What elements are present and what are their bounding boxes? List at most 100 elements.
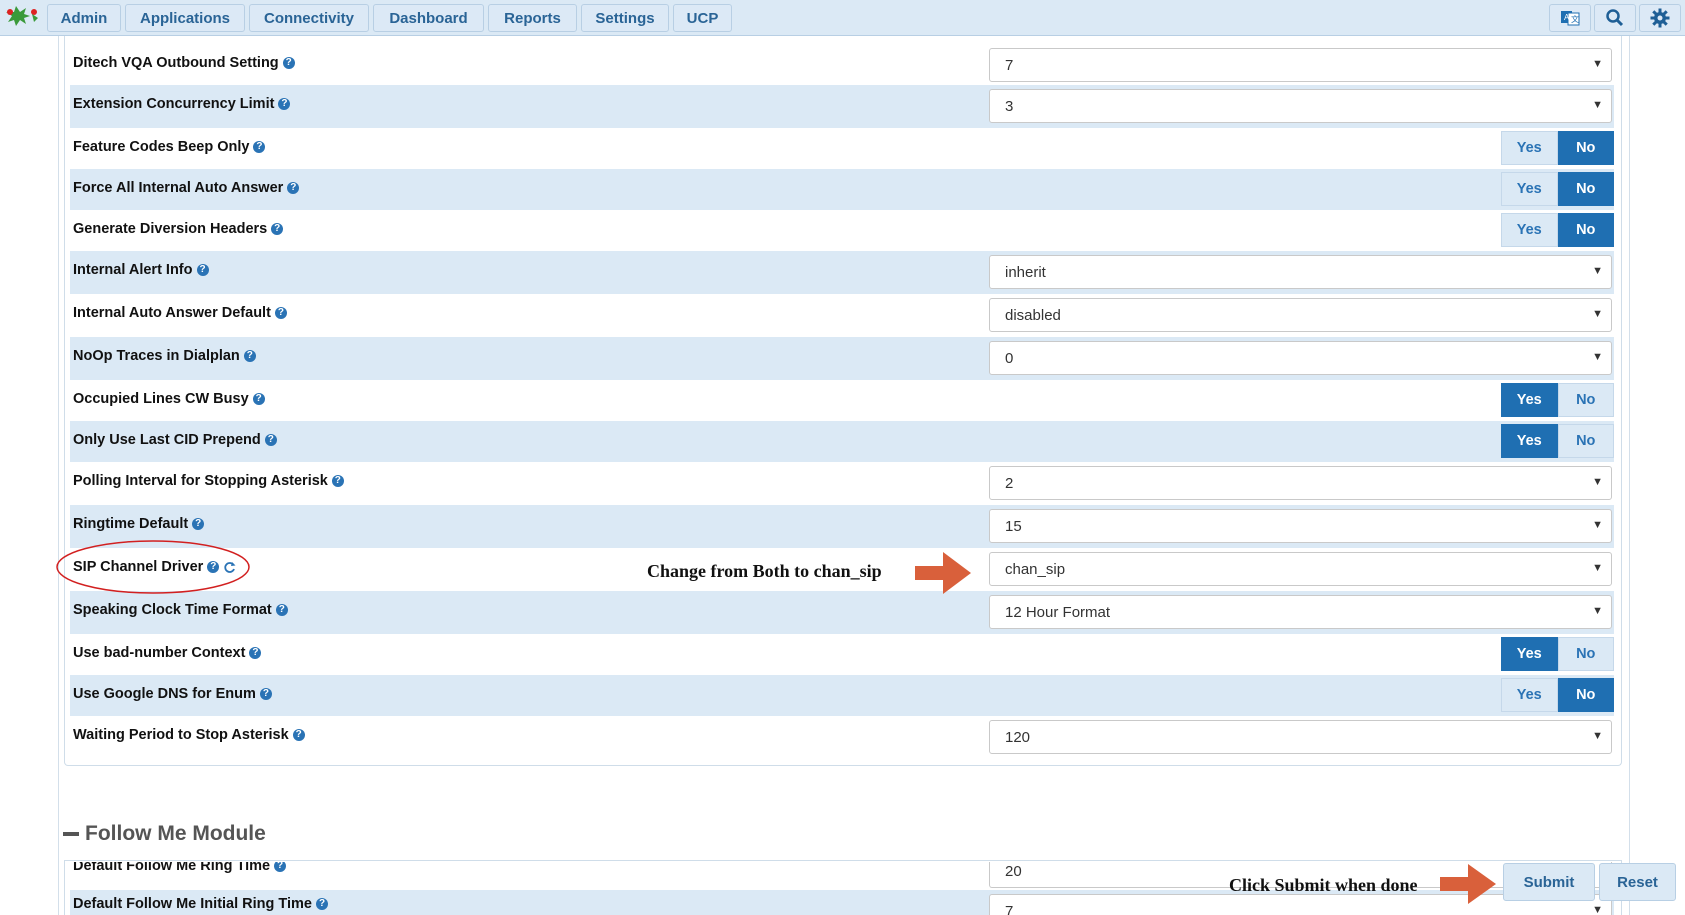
help-icon[interactable]: ? — [292, 729, 305, 741]
help-icon[interactable]: ? — [331, 475, 344, 487]
nav-connectivity[interactable]: Connectivity — [249, 4, 369, 32]
setting-select[interactable]: chan_sip ▼ — [989, 552, 1612, 586]
setting-row: Internal Alert Info? inherit ▼ — [70, 251, 1614, 294]
setting-label: Occupied Lines CW Busy? — [73, 391, 265, 407]
toggle-yes-button[interactable]: Yes — [1501, 678, 1558, 712]
toggle-no-button[interactable]: No — [1557, 424, 1614, 458]
setting-label: Feature Codes Beep Only? — [73, 139, 266, 155]
chevron-down-icon: ▼ — [1592, 351, 1603, 363]
help-icon[interactable]: ? — [287, 182, 300, 194]
help-icon[interactable]: ? — [282, 57, 295, 69]
setting-row: Occupied Lines CW Busy? Yes No — [70, 380, 1614, 421]
help-icon[interactable]: ? — [278, 98, 291, 110]
toggle-no-button[interactable]: No — [1557, 131, 1614, 165]
toggle-yes-button[interactable]: Yes — [1501, 383, 1558, 417]
toggle-yes-button[interactable]: Yes — [1501, 637, 1558, 671]
followme-section-title: Follow Me Module — [85, 822, 266, 845]
setting-select[interactable]: 3 ▼ — [989, 89, 1612, 123]
search-icon — [1606, 9, 1624, 27]
setting-label: Generate Diversion Headers? — [73, 221, 284, 237]
search-button[interactable] — [1594, 4, 1636, 32]
setting-row: Extension Concurrency Limit? 3 ▼ — [70, 85, 1614, 128]
setting-label: Only Use Last CID Prepend? — [73, 432, 277, 448]
setting-select[interactable]: 0 ▼ — [989, 341, 1612, 375]
setting-label: Internal Auto Answer Default? — [73, 305, 287, 321]
chevron-down-icon: ▼ — [1592, 605, 1603, 617]
help-icon[interactable]: ? — [275, 604, 288, 616]
setting-select[interactable]: inherit ▼ — [989, 255, 1612, 289]
help-icon[interactable]: ? — [264, 434, 277, 446]
setting-row: Use Google DNS for Enum? Yes No — [70, 675, 1614, 716]
toggle-no-button[interactable]: No — [1557, 637, 1614, 671]
yes-no-toggle: Yes No — [1501, 678, 1614, 712]
chevron-down-icon: ▼ — [1592, 562, 1603, 574]
annotation-arrow-submit — [1440, 864, 1496, 904]
chevron-down-icon: ▼ — [1592, 308, 1603, 320]
highlight-circle — [56, 540, 250, 594]
setting-select[interactable]: 2 ▼ — [989, 466, 1612, 500]
yes-no-toggle: Yes No — [1501, 424, 1614, 458]
nav-settings[interactable]: Settings — [581, 4, 669, 32]
help-icon[interactable]: ? — [271, 223, 284, 235]
setting-label: NoOp Traces in Dialplan? — [73, 348, 256, 364]
nav-dashboard[interactable]: Dashboard — [373, 4, 484, 32]
translate-icon: A 文 — [1561, 11, 1580, 26]
toggle-no-button[interactable]: No — [1557, 172, 1614, 206]
nav-reports[interactable]: Reports — [488, 4, 577, 32]
setting-select[interactable]: disabled ▼ — [989, 298, 1612, 332]
setting-select[interactable]: 7 ▼ — [989, 48, 1612, 82]
chevron-down-icon: ▼ — [1592, 519, 1603, 531]
help-icon[interactable]: ? — [249, 647, 262, 659]
help-icon[interactable]: ? — [243, 350, 256, 362]
page-frame-left — [58, 36, 59, 915]
nav-admin[interactable]: Admin — [47, 4, 121, 32]
chevron-down-icon: ▼ — [1592, 265, 1603, 277]
help-icon[interactable]: ? — [252, 393, 265, 405]
svg-text:文: 文 — [1571, 14, 1579, 24]
reset-button[interactable]: Reset — [1599, 863, 1676, 901]
chevron-down-icon: ▼ — [1592, 58, 1603, 70]
setting-select[interactable]: 120 ▼ — [989, 720, 1612, 754]
setting-label: Use bad-number Context? — [73, 645, 262, 661]
yes-no-toggle: Yes No — [1501, 637, 1614, 671]
help-icon[interactable]: ? — [253, 141, 266, 153]
followme-section-header[interactable]: Follow Me Module — [63, 822, 266, 846]
setting-row: Only Use Last CID Prepend? Yes No — [70, 421, 1614, 462]
setting-row: Polling Interval for Stopping Asterisk? 2… — [70, 462, 1614, 505]
help-icon[interactable]: ? — [259, 688, 272, 700]
submit-button[interactable]: Submit — [1503, 863, 1595, 901]
setting-label: Polling Interval for Stopping Asterisk? — [73, 473, 344, 489]
help-icon[interactable]: ? — [316, 898, 328, 910]
nav-ucp[interactable]: UCP — [673, 4, 732, 32]
setting-label: Default Follow Me Initial Ring Time? — [73, 896, 328, 912]
help-icon[interactable]: ? — [192, 518, 205, 530]
toggle-yes-button[interactable]: Yes — [1501, 213, 1558, 247]
help-icon[interactable]: ? — [274, 862, 287, 872]
yes-no-toggle: Yes No — [1501, 383, 1614, 417]
collapse-icon — [63, 832, 79, 836]
help-icon[interactable]: ? — [274, 307, 287, 319]
toggle-no-button[interactable]: No — [1557, 383, 1614, 417]
svg-text:A: A — [1564, 13, 1570, 22]
gear-icon — [1650, 8, 1670, 28]
nav-applications[interactable]: Applications — [125, 4, 245, 32]
setting-row: Speaking Clock Time Format? 12 Hour Forma… — [70, 591, 1614, 634]
toggle-yes-button[interactable]: Yes — [1501, 131, 1558, 165]
toggle-no-button[interactable]: No — [1557, 213, 1614, 247]
help-icon[interactable]: ? — [196, 264, 209, 276]
annotation-arrow-sip — [915, 552, 971, 594]
toggle-no-button[interactable]: No — [1557, 678, 1614, 712]
setting-label: Ditech VQA Outbound Setting? — [73, 55, 295, 71]
setting-label: Ringtime Default? — [73, 516, 205, 532]
toggle-yes-button[interactable]: Yes — [1501, 172, 1558, 206]
setting-select[interactable]: 15 ▼ — [989, 509, 1612, 543]
setting-row: Feature Codes Beep Only? Yes No — [70, 128, 1614, 169]
chevron-down-icon: ▼ — [1592, 904, 1603, 915]
setting-select[interactable]: 12 Hour Format ▼ — [989, 595, 1612, 629]
toggle-yes-button[interactable]: Yes — [1501, 424, 1558, 458]
freepbx-logo[interactable] — [2, 4, 42, 32]
yes-no-toggle: Yes No — [1501, 131, 1614, 165]
translate-button[interactable]: A 文 — [1549, 4, 1591, 32]
settings-gear-button[interactable] — [1639, 4, 1681, 32]
setting-row: Ditech VQA Outbound Setting? 7 ▼ — [70, 44, 1614, 85]
